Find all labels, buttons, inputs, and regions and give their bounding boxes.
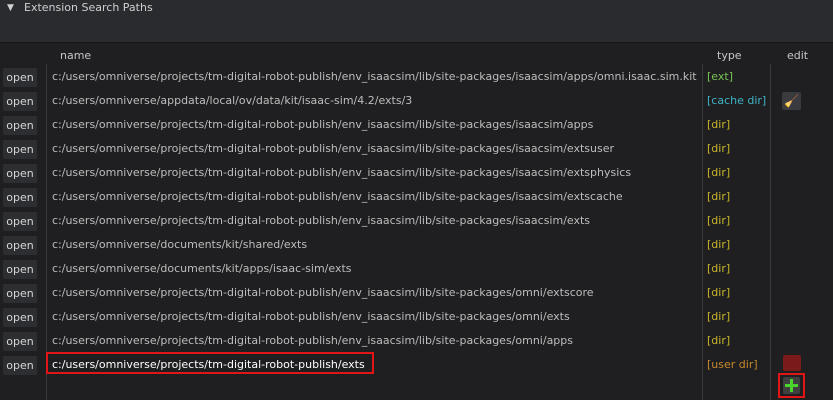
open-button[interactable]: open — [3, 140, 37, 159]
path-text: c:/users/omniverse/appdata/local/ov/data… — [52, 94, 413, 107]
open-button[interactable]: open — [3, 188, 37, 207]
type-label: [dir] — [707, 142, 731, 155]
table-row: open c:/users/omniverse/projects/tm-digi… — [0, 162, 833, 186]
column-headers: name type edit — [0, 44, 833, 64]
path-text: c:/users/omniverse/projects/tm-digital-r… — [52, 166, 632, 179]
path-text: c:/users/omniverse/projects/tm-digital-r… — [52, 190, 623, 203]
table-row: open c:/users/omniverse/projects/tm-digi… — [0, 114, 833, 138]
type-label: [ext] — [707, 70, 733, 83]
path-text: c:/users/omniverse/projects/tm-digital-r… — [52, 142, 615, 155]
table-row: open c:/users/omniverse/projects/tm-digi… — [0, 282, 833, 306]
type-label: [dir] — [707, 238, 731, 251]
open-button[interactable]: open — [3, 332, 37, 351]
open-button[interactable]: open — [3, 92, 37, 111]
section-header-extension-search-paths[interactable]: ▼ Extension Search Paths — [0, 0, 833, 43]
type-label: [cache dir] — [707, 94, 767, 107]
table-row: open c:/users/omniverse/projects/tm-digi… — [0, 330, 833, 354]
section-title: Extension Search Paths — [24, 1, 153, 14]
highlight-box — [46, 352, 374, 374]
table-row: open c:/users/omniverse/projects/tm-digi… — [0, 186, 833, 210]
open-button[interactable]: open — [3, 308, 37, 327]
path-text: c:/users/omniverse/documents/kit/shared/… — [52, 238, 308, 251]
type-label: [user dir] — [707, 358, 758, 371]
open-button[interactable]: open — [3, 260, 37, 279]
type-label: [dir] — [707, 334, 731, 347]
collapse-arrow-icon[interactable]: ▼ — [7, 3, 14, 13]
add-path-button[interactable] — [778, 373, 805, 398]
open-button[interactable]: open — [3, 164, 37, 183]
open-button[interactable]: open — [3, 236, 37, 255]
column-header-edit: edit — [787, 49, 809, 62]
path-text: c:/users/omniverse/projects/tm-digital-r… — [52, 310, 570, 323]
open-button[interactable]: open — [3, 356, 37, 375]
table-row: open c:/users/omniverse/documents/kit/ap… — [0, 258, 833, 282]
table-row: open c:/users/omniverse/documents/kit/sh… — [0, 234, 833, 258]
open-button[interactable]: open — [3, 116, 37, 135]
open-button[interactable]: open — [3, 68, 37, 87]
column-header-name: name — [60, 49, 92, 62]
type-label: [dir] — [707, 262, 731, 275]
path-text: c:/users/omniverse/projects/tm-digital-r… — [52, 70, 697, 83]
type-label: [dir] — [707, 214, 731, 227]
path-text: c:/users/omniverse/projects/tm-digital-r… — [52, 214, 591, 227]
type-label: [dir] — [707, 310, 731, 323]
open-button[interactable]: open — [3, 212, 37, 231]
broom-icon[interactable]: 🧹 — [782, 92, 801, 110]
type-label: [dir] — [707, 190, 731, 203]
remove-icon[interactable] — [783, 355, 801, 371]
path-text: c:/users/omniverse/documents/kit/apps/is… — [52, 262, 352, 275]
type-label: [dir] — [707, 166, 731, 179]
table-row: open c:/users/omniverse/projects/tm-digi… — [0, 210, 833, 234]
table-row: open c:/users/omniverse/projects/tm-digi… — [0, 306, 833, 330]
column-header-type: type — [717, 49, 742, 62]
open-button[interactable]: open — [3, 284, 37, 303]
table-row: open c:/users/omniverse/projects/tm-digi… — [0, 66, 833, 90]
type-label: [dir] — [707, 286, 731, 299]
path-text: c:/users/omniverse/projects/tm-digital-r… — [52, 334, 574, 347]
path-text: c:/users/omniverse/projects/tm-digital-r… — [52, 118, 594, 131]
table-row: open c:/users/omniverse/appdata/local/ov… — [0, 90, 833, 114]
plus-icon — [783, 377, 800, 394]
type-label: [dir] — [707, 118, 731, 131]
path-text: c:/users/omniverse/projects/tm-digital-r… — [52, 286, 594, 299]
table-row: open c:/users/omniverse/projects/tm-digi… — [0, 138, 833, 162]
